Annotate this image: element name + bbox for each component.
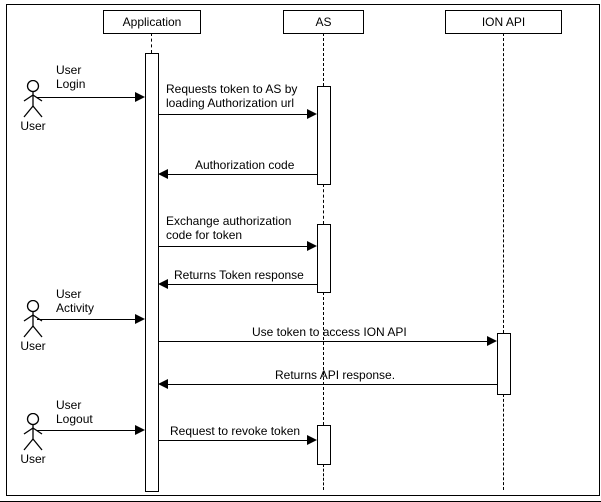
activation-application bbox=[145, 53, 159, 492]
activation-as-3 bbox=[317, 425, 331, 465]
lifeline-application bbox=[151, 33, 152, 53]
arrow-m2 bbox=[168, 174, 317, 175]
participant-label: Application bbox=[123, 15, 182, 29]
arrow-head bbox=[487, 336, 497, 346]
actor-user-login: User bbox=[13, 80, 53, 133]
arrow-user-logout bbox=[37, 430, 136, 431]
participant-label: AS bbox=[315, 15, 331, 29]
arrow-head bbox=[135, 92, 145, 102]
diagram-frame bbox=[6, 4, 600, 496]
msg-auth-code: Authorization code bbox=[195, 158, 294, 172]
lifeline-as bbox=[323, 464, 324, 490]
actor-label: User bbox=[13, 452, 53, 466]
participant-label: ION API bbox=[482, 15, 525, 29]
arrow-head bbox=[307, 109, 317, 119]
person-icon bbox=[22, 413, 44, 451]
user-logout-label: User Logout bbox=[56, 398, 93, 426]
arrow-head bbox=[307, 435, 317, 445]
msg-api-response: Returns API response. bbox=[275, 368, 395, 382]
arrow-head bbox=[158, 169, 168, 179]
arrow-head bbox=[135, 314, 145, 324]
msg-exchange-code: Exchange authorization code for token bbox=[166, 214, 291, 242]
lifeline-ionapi bbox=[503, 33, 504, 333]
user-activity-label: User Activity bbox=[56, 287, 94, 315]
arrow-user-login bbox=[37, 97, 136, 98]
arrow-m7 bbox=[158, 440, 308, 441]
lifeline-as bbox=[323, 33, 324, 86]
activation-as-2 bbox=[317, 224, 331, 293]
arrow-m1 bbox=[158, 114, 308, 115]
arrow-m6 bbox=[168, 384, 497, 385]
lifeline-as bbox=[323, 292, 324, 425]
actor-label: User bbox=[13, 339, 53, 353]
arrow-head bbox=[158, 279, 168, 289]
arrow-head bbox=[307, 241, 317, 251]
lifeline-ionapi bbox=[503, 394, 504, 490]
participant-as: AS bbox=[283, 10, 364, 34]
arrow-head bbox=[135, 425, 145, 435]
arrow-user-activity bbox=[37, 319, 136, 320]
sequence-diagram: Application AS ION API User User Login bbox=[0, 0, 601, 502]
lifeline-as bbox=[323, 184, 324, 224]
actor-label: User bbox=[13, 119, 53, 133]
activation-as-1 bbox=[317, 86, 331, 185]
actor-user-activity: User bbox=[13, 300, 53, 353]
participant-application: Application bbox=[103, 10, 201, 34]
user-login-label: User Login bbox=[56, 63, 85, 91]
msg-token-response: Returns Token response bbox=[174, 268, 304, 282]
participant-ionapi: ION API bbox=[445, 10, 562, 34]
actor-user-logout: User bbox=[13, 413, 53, 466]
arrow-m4 bbox=[168, 284, 317, 285]
arrow-m3 bbox=[158, 246, 308, 247]
msg-use-token: Use token to access ION API bbox=[252, 325, 407, 339]
person-icon bbox=[22, 80, 44, 118]
arrow-m5 bbox=[158, 341, 488, 342]
msg-request-token: Requests token to AS by loading Authoriz… bbox=[166, 82, 297, 110]
arrow-head bbox=[158, 379, 168, 389]
msg-revoke-token: Request to revoke token bbox=[170, 424, 300, 438]
activation-ionapi bbox=[497, 333, 511, 395]
